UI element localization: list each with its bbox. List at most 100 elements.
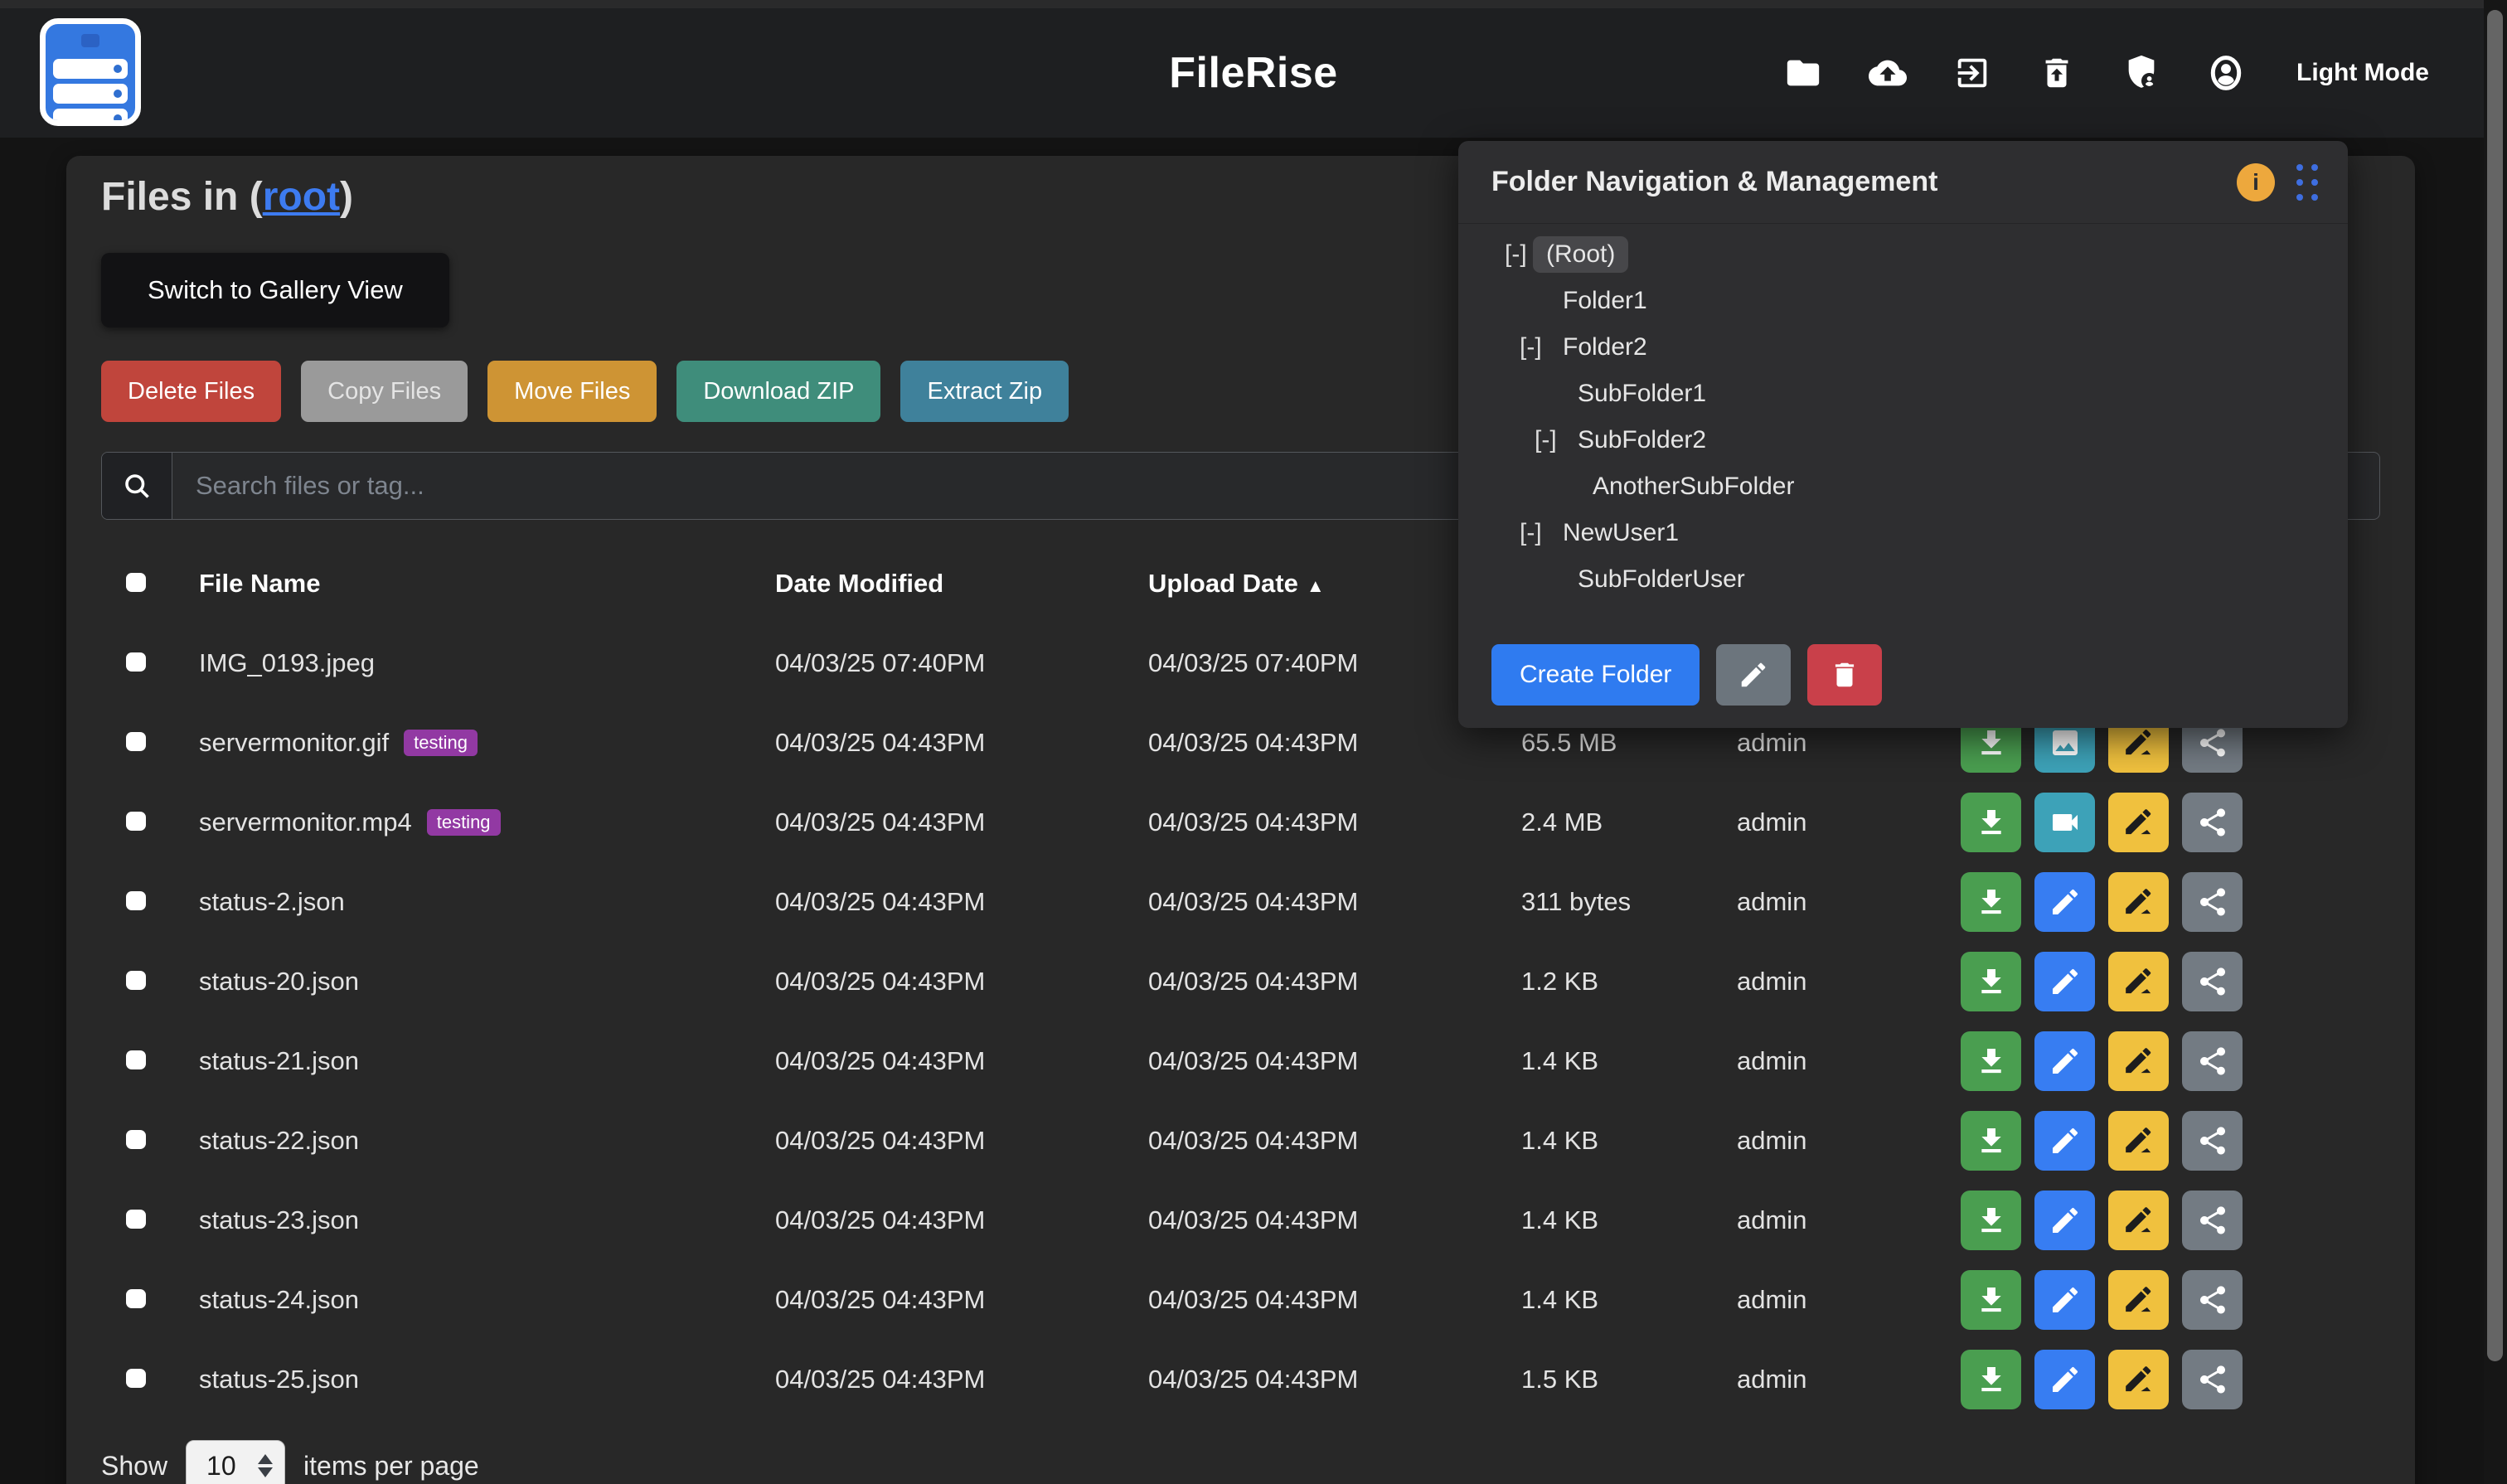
rename-button[interactable]	[2108, 952, 2169, 1011]
share-button[interactable]	[2182, 1031, 2243, 1091]
file-name[interactable]: status-20.json	[199, 967, 775, 997]
folder-label[interactable]: SubFolder2	[1576, 422, 1708, 458]
file-name[interactable]: servermonitor.giftesting	[199, 728, 775, 758]
folder-label[interactable]: SubFolder1	[1576, 376, 1708, 412]
folder-tree-item[interactable]: [-]NewUser1	[1458, 510, 2348, 556]
delete-folder-button[interactable]	[1807, 644, 1882, 706]
file-name[interactable]: status-2.json	[199, 887, 775, 917]
rename-button[interactable]	[2108, 1111, 2169, 1171]
row-checkbox[interactable]	[126, 652, 146, 672]
folder-label[interactable]: SubFolderUser	[1576, 561, 1747, 598]
row-checkbox[interactable]	[126, 971, 146, 990]
rename-button[interactable]	[2108, 793, 2169, 852]
rename-button[interactable]	[2108, 1270, 2169, 1330]
file-name[interactable]: status-25.json	[199, 1365, 775, 1394]
file-name[interactable]: status-24.json	[199, 1285, 775, 1315]
edit-icon	[2049, 965, 2082, 998]
download-button[interactable]	[1961, 872, 2021, 932]
rename-folder-button[interactable]	[1716, 644, 1791, 706]
edit-button[interactable]	[2034, 1111, 2095, 1171]
edit-button[interactable]	[2034, 1191, 2095, 1250]
folder-label[interactable]: NewUser1	[1561, 515, 1680, 551]
folder-label[interactable]: Folder2	[1561, 329, 1649, 366]
download-button[interactable]	[1961, 1111, 2021, 1171]
download-button[interactable]	[1961, 1350, 2021, 1409]
row-checkbox[interactable]	[126, 1369, 146, 1388]
rename-button[interactable]	[2108, 872, 2169, 932]
folder-label[interactable]: AnotherSubFolder	[1591, 468, 1797, 505]
account-icon[interactable]	[2207, 54, 2245, 92]
collapse-toggle[interactable]: [-]	[1520, 333, 1561, 361]
download-button[interactable]	[1961, 952, 2021, 1011]
download-button[interactable]	[1961, 1270, 2021, 1330]
file-name[interactable]: servermonitor.mp4testing	[199, 807, 775, 837]
file-name[interactable]: status-22.json	[199, 1126, 775, 1156]
page-scrollbar-thumb[interactable]	[2487, 10, 2503, 1361]
root-folder-link[interactable]: root	[263, 175, 340, 219]
switch-gallery-view-button[interactable]: Switch to Gallery View	[101, 253, 449, 327]
share-button[interactable]	[2182, 1350, 2243, 1409]
upload-cloud-icon[interactable]	[1869, 54, 1907, 92]
folder-tree-item[interactable]: Folder1	[1458, 278, 2348, 324]
create-folder-button[interactable]: Create Folder	[1491, 644, 1700, 706]
folder-label-selected[interactable]: (Root)	[1533, 236, 1628, 273]
file-size: 1.2 KB	[1521, 967, 1737, 997]
file-name[interactable]: status-23.json	[199, 1205, 775, 1235]
file-name[interactable]: IMG_0193.jpeg	[199, 648, 775, 678]
folder-tree-item[interactable]: [-](Root)	[1458, 231, 2348, 278]
share-button[interactable]	[2182, 872, 2243, 932]
folder-tree-item[interactable]: [-]Folder2	[1458, 324, 2348, 371]
row-checkbox[interactable]	[126, 1210, 146, 1229]
folder-tree-item[interactable]: AnotherSubFolder	[1458, 463, 2348, 510]
preview-video-button[interactable]	[2034, 793, 2095, 852]
edit-button[interactable]	[2034, 1031, 2095, 1091]
download-button[interactable]	[1961, 1191, 2021, 1250]
rename-icon	[2122, 1124, 2155, 1157]
edit-button[interactable]	[2034, 1350, 2095, 1409]
header-file-name[interactable]: File Name	[199, 569, 775, 599]
rename-button[interactable]	[2108, 1350, 2169, 1409]
rename-button[interactable]	[2108, 1191, 2169, 1250]
share-button[interactable]	[2182, 1270, 2243, 1330]
shield-user-icon[interactable]	[2122, 54, 2160, 92]
share-button[interactable]	[2182, 952, 2243, 1011]
collapse-toggle[interactable]: [-]	[1520, 519, 1561, 547]
row-checkbox[interactable]	[126, 812, 146, 831]
info-icon[interactable]: i	[2237, 163, 2275, 201]
edit-button[interactable]	[2034, 872, 2095, 932]
table-row: status-23.json04/03/25 04:43PM04/03/25 0…	[101, 1181, 2380, 1260]
header-date-modified[interactable]: Date Modified	[775, 569, 1148, 599]
edit-button[interactable]	[2034, 952, 2095, 1011]
bulk-extract-zip-button[interactable]: Extract Zip	[900, 361, 1069, 422]
folder-tree-item[interactable]: [-]SubFolder2	[1458, 417, 2348, 463]
edit-button[interactable]	[2034, 1270, 2095, 1330]
file-name[interactable]: status-21.json	[199, 1046, 775, 1076]
drag-handle-icon[interactable]	[2296, 164, 2318, 201]
row-checkbox[interactable]	[126, 1050, 146, 1069]
download-button[interactable]	[1961, 793, 2021, 852]
share-button[interactable]	[2182, 1111, 2243, 1171]
logout-icon[interactable]	[1953, 54, 1991, 92]
share-button[interactable]	[2182, 1191, 2243, 1250]
folder-label[interactable]: Folder1	[1561, 283, 1649, 319]
row-checkbox[interactable]	[126, 891, 146, 910]
bulk-move-files-button[interactable]: Move Files	[487, 361, 657, 422]
row-checkbox[interactable]	[126, 732, 146, 751]
rename-button[interactable]	[2108, 1031, 2169, 1091]
share-button[interactable]	[2182, 793, 2243, 852]
bulk-copy-files-button[interactable]: Copy Files	[301, 361, 468, 422]
items-per-page-select[interactable]: 10	[186, 1440, 285, 1484]
folder-tree-item[interactable]: SubFolder1	[1458, 371, 2348, 417]
row-checkbox[interactable]	[126, 1130, 146, 1149]
folder-icon[interactable]	[1784, 54, 1822, 92]
bulk-download-zip-button[interactable]: Download ZIP	[676, 361, 880, 422]
folder-tree-item[interactable]: SubFolderUser	[1458, 556, 2348, 603]
collapse-toggle[interactable]: [-]	[1535, 426, 1576, 454]
download-button[interactable]	[1961, 1031, 2021, 1091]
select-all-checkbox[interactable]	[126, 573, 146, 592]
row-checkbox[interactable]	[126, 1289, 146, 1308]
light-mode-toggle[interactable]: Light Mode	[2296, 59, 2429, 87]
trash-restore-icon[interactable]	[2038, 54, 2076, 92]
bulk-delete-files-button[interactable]: Delete Files	[101, 361, 281, 422]
date-modified: 04/03/25 07:40PM	[775, 648, 1148, 678]
